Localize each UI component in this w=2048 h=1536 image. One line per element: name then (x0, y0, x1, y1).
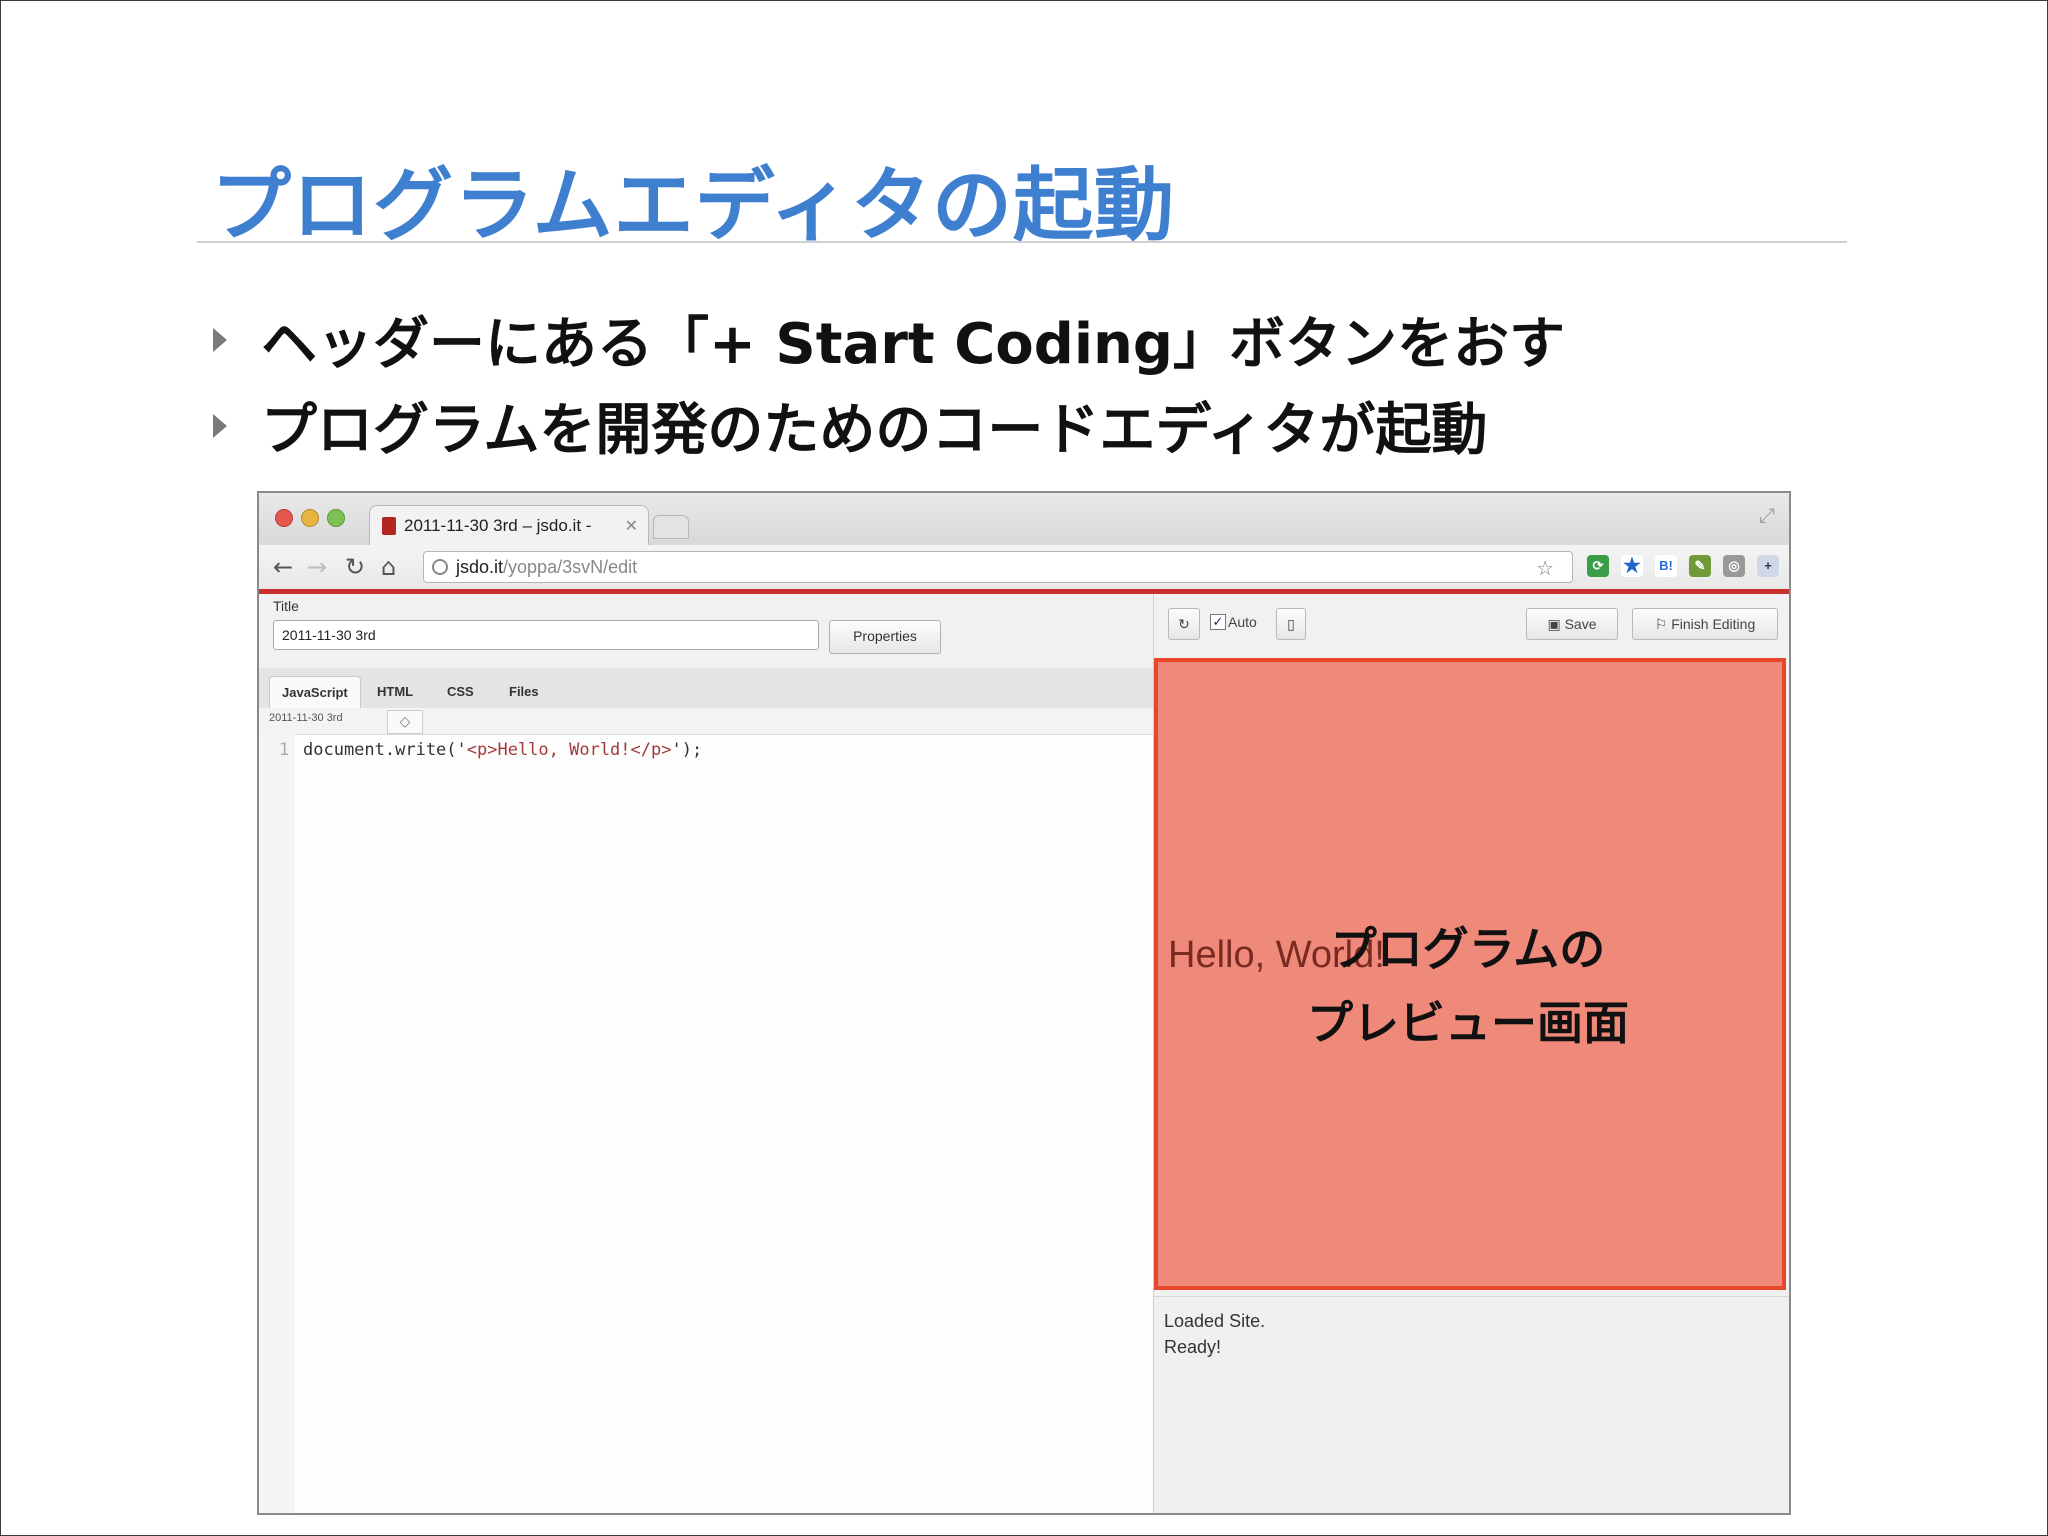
preview-pane: ↻ ✓ Auto ▯ ▣ Save ⚐ Finish Editing Hello… (1153, 594, 1789, 1513)
tab-files[interactable]: Files (497, 676, 551, 708)
new-tab-button[interactable] (653, 515, 689, 539)
browser-screenshot: 2011-11-30 3rd – jsdo.it - ✕ ⤢ ← → ↻ ⌂ j… (257, 491, 1791, 1515)
browser-tab[interactable]: 2011-11-30 3rd – jsdo.it - ✕ (369, 505, 649, 545)
save-icon: ▣ (1547, 616, 1565, 632)
annotation-line-1: プログラムの (1330, 922, 1606, 976)
evernote-extension-icon[interactable]: ✎ (1689, 555, 1711, 577)
home-icon[interactable]: ⌂ (381, 553, 396, 581)
reload-icon[interactable]: ↻ (345, 553, 365, 581)
address-bar[interactable]: jsdo.it /yoppa/3svN/edit ☆ (423, 551, 1573, 583)
globe-extension-icon[interactable]: ◎ (1723, 555, 1745, 577)
tab-html[interactable]: HTML (365, 676, 425, 708)
auto-label: Auto (1228, 614, 1257, 630)
browser-tab-title: 2011-11-30 3rd – jsdo.it - (404, 515, 592, 535)
bullet-text: プログラムを開発のためのコードエディタが起動 (261, 398, 1488, 463)
tab-css[interactable]: CSS (435, 676, 486, 708)
console-output: Loaded Site. Ready! (1154, 1296, 1789, 1513)
bullet-item: ヘッダーにある「+ Start Coding」ボタンをおす (213, 299, 1565, 380)
properties-area: Title 2011-11-30 3rd Properties (259, 594, 1153, 669)
language-tabs: JavaScript HTML CSS Files (259, 668, 1153, 709)
finish-editing-label: Finish Editing (1671, 616, 1756, 632)
globe-icon (432, 559, 448, 575)
browser-tab-bar: 2011-11-30 3rd – jsdo.it - ✕ ⤢ (259, 493, 1789, 545)
extension-icons: ⟳ ★ B! ✎ ◎ + 2 ⏻ g ✧ (1587, 555, 1789, 577)
code-line[interactable]: document.write('<p>Hello, World!</p>'); (303, 740, 702, 760)
bullet-text: ヘッダーにある「+ Start Coding」ボタンをおす (261, 312, 1565, 377)
close-window-icon[interactable] (275, 509, 293, 527)
sync-extension-icon[interactable]: ⟳ (1587, 555, 1609, 577)
zoom-window-icon[interactable] (327, 509, 345, 527)
bullet-item: プログラムを開発のためのコードエディタが起動 (213, 385, 1487, 466)
slide-title: プログラムエディタの起動 (211, 159, 1175, 252)
code-string: <p>Hello, World!</p> (466, 740, 672, 760)
tab-javascript[interactable]: JavaScript (269, 676, 361, 709)
fullscreen-icon[interactable]: ⤢ (1759, 503, 1775, 527)
jsdo-favicon-icon (382, 516, 396, 535)
code-editor-pane: Title 2011-11-30 3rd Properties JavaScri… (259, 594, 1153, 1513)
auto-toggle[interactable]: ✓ Auto (1210, 614, 1257, 630)
url-path: /yoppa/3svN/edit (503, 556, 638, 577)
refresh-preview-icon[interactable]: ↻ (1168, 608, 1200, 640)
console-line: Ready! (1164, 1337, 1222, 1357)
title-input[interactable]: 2011-11-30 3rd (273, 620, 819, 650)
console-line: Loaded Site. (1164, 1311, 1266, 1331)
line-gutter (259, 734, 295, 1513)
trash-icon[interactable]: ▯ (1276, 608, 1306, 640)
code-suffix: '); (671, 740, 703, 760)
file-tabs: 2011-11-30 3rd ◇ (259, 708, 1153, 735)
add-file-icon[interactable]: ◇ (387, 710, 423, 734)
properties-button[interactable]: Properties (829, 620, 941, 654)
browser-toolbar: ← → ↻ ⌂ jsdo.it /yoppa/3svN/edit ☆ ⟳ ★ B… (259, 545, 1789, 594)
flag-icon: ⚐ (1654, 616, 1672, 632)
title-divider (197, 241, 1847, 243)
forward-icon[interactable]: → (307, 553, 327, 581)
hatena-extension-icon[interactable]: B! (1655, 555, 1677, 577)
preview-toolbar: ↻ ✓ Auto ▯ ▣ Save ⚐ Finish Editing (1154, 594, 1789, 654)
bullet-triangle-icon (213, 327, 227, 352)
save-label: Save (1564, 616, 1597, 632)
auto-checkbox[interactable]: ✓ (1210, 614, 1226, 630)
file-tab[interactable]: 2011-11-30 3rd (269, 712, 343, 724)
url-host: jsdo.it (456, 556, 504, 577)
preview-highlight-box: Hello, World! プログラムの プレビュー画面 (1154, 658, 1786, 1290)
back-icon[interactable]: ← (273, 553, 293, 581)
line-number: 1 (279, 740, 290, 760)
bullet-triangle-icon (213, 413, 227, 438)
minimize-window-icon[interactable] (301, 509, 319, 527)
title-label: Title (273, 598, 299, 614)
star-extension-icon[interactable]: ★ (1621, 555, 1643, 577)
finish-editing-button[interactable]: ⚐ Finish Editing (1632, 608, 1778, 640)
tab-close-icon[interactable]: ✕ (625, 516, 638, 536)
slide: プログラムエディタの起動 ヘッダーにある「+ Start Coding」ボタンを… (0, 0, 2048, 1536)
save-button[interactable]: ▣ Save (1526, 608, 1618, 640)
annotation-line-2: プレビュー画面 (1307, 996, 1629, 1050)
code-prefix: document.write(' (303, 740, 467, 760)
bookmark-star-icon[interactable]: ☆ (1536, 556, 1564, 581)
plus-extension-icon[interactable]: + (1757, 555, 1779, 577)
preview-annotation: プログラムの プレビュー画面 (1268, 912, 1668, 1060)
